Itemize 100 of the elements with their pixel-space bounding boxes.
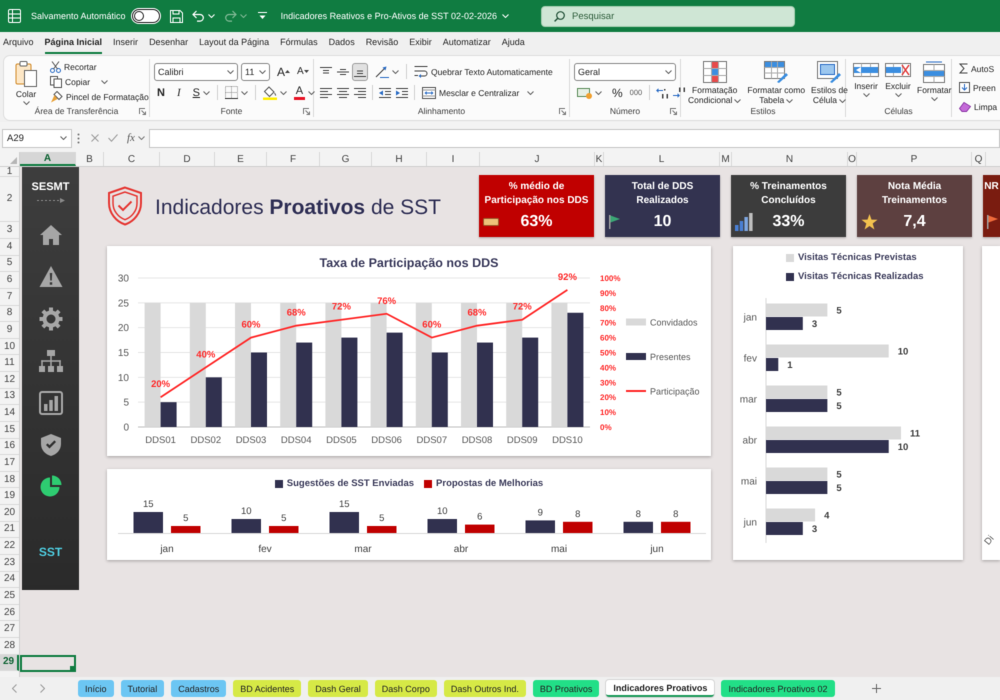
home-icon[interactable] [38,223,62,247]
clear-button[interactable]: Limpa [956,98,1000,116]
column-header[interactable]: H [372,152,427,166]
row-header[interactable]: 26 [0,604,19,622]
enter-icon[interactable] [108,134,118,142]
insert-cells-button[interactable]: Inserir [850,59,882,105]
font-size-dropdown[interactable]: 11 [241,62,270,80]
undo-icon[interactable] [192,10,205,22]
search-field[interactable]: Pesquisar [541,6,795,26]
menu-tab[interactable]: Arquivo [3,34,34,54]
menu-tab[interactable]: Inserir [113,34,138,54]
column-header[interactable]: J [480,152,595,166]
paste-button[interactable]: Colar [8,59,44,105]
cut-button[interactable]: Recortar [47,59,152,74]
sheet-tab[interactable]: Indicadores Proativos 02 [721,680,834,697]
settings-icon[interactable] [38,307,62,331]
row-header[interactable]: 2 [0,177,19,222]
row-header[interactable]: 29 [0,654,19,672]
column-header[interactable]: I [427,152,480,166]
italic-button[interactable]: I [174,84,184,102]
underline-button[interactable]: S [190,84,213,102]
column-header[interactable]: G [320,152,372,166]
menu-tab[interactable]: Desenhar [149,34,188,54]
conditional-formatting-button[interactable]: Formatação Condicional [685,59,744,105]
save-icon[interactable] [170,10,183,22]
fill-button[interactable]: Preen [956,78,1000,97]
row-header[interactable]: 12 [0,372,19,389]
format-cells-button[interactable]: Formatar [914,59,954,105]
menu-tab[interactable]: Exibir [409,34,432,54]
format-painter-button[interactable]: Pincel de Formatação [47,90,152,105]
cell-styles-button[interactable]: Estilos de Célula [808,59,851,105]
warning-icon[interactable] [38,265,62,289]
row-header[interactable]: 24 [0,572,19,588]
row-header[interactable]: 9 [0,322,19,339]
column-header[interactable]: E [215,152,267,166]
row-header[interactable]: 4 [0,239,19,256]
column-header[interactable]: D [160,152,215,166]
name-box[interactable]: A29 [2,128,72,148]
row-header[interactable]: 27 [0,621,19,638]
row-header[interactable]: 11 [0,355,19,372]
menu-tab[interactable]: Ajuda [502,34,525,54]
row-header[interactable]: 16 [0,438,19,456]
row-header[interactable]: 17 [0,455,19,472]
column-header[interactable]: Q [972,152,986,166]
bold-button[interactable]: N [154,84,168,102]
menu-tab[interactable]: Automatizar [442,34,491,54]
row-header[interactable]: 23 [0,554,19,572]
autosum-button[interactable]: AutoS [956,60,1000,78]
row-header[interactable]: 18 [0,472,19,488]
cancel-icon[interactable] [91,134,99,142]
row-header[interactable]: 21 [0,522,19,538]
column-header[interactable]: L [604,152,720,166]
row-header[interactable]: 10 [0,338,19,356]
pie-chart-icon[interactable] [38,475,62,499]
sheet-tab[interactable]: Indicadores Proativos [606,680,714,697]
row-header[interactable]: 7 [0,288,19,306]
plus-icon[interactable] [872,684,880,693]
shield-icon[interactable] [38,433,62,457]
row-header[interactable]: 22 [0,538,19,555]
column-header[interactable]: O [848,152,857,166]
row-header[interactable]: 6 [0,272,19,289]
menu-tab[interactable]: Dados [328,34,355,54]
number-format-dropdown[interactable]: Geral [574,62,676,80]
customize-icon[interactable] [258,12,267,20]
shrink-font-button[interactable]: A [294,62,312,80]
row-header[interactable]: 19 [0,488,19,505]
sheet-tab[interactable]: BD Acidentes [233,680,302,697]
org-chart-icon[interactable] [38,349,62,373]
bar-chart-icon[interactable] [38,391,62,415]
column-header[interactable]: K [595,152,604,166]
sheet-tab[interactable]: Dash Corpo [374,680,437,697]
sheet-tab[interactable]: BD Proativos [532,680,600,697]
row-header[interactable]: 13 [0,388,19,406]
row-header[interactable]: 15 [0,422,19,438]
insert-function-button[interactable]: fx [127,132,145,144]
formula-field[interactable] [149,128,1000,148]
format-as-table-button[interactable]: Formatar como Tabela [744,59,808,105]
sheet-tab[interactable]: Dash Geral [308,680,368,697]
active-cell[interactable] [20,655,76,672]
copy-button[interactable]: Copiar [47,74,152,90]
column-header[interactable]: P [857,152,972,166]
menu-tab[interactable]: Fórmulas [280,34,318,54]
sheet-tab[interactable]: Dash Outros Ind. [444,680,526,697]
column-header[interactable]: A [20,152,76,166]
column-header[interactable]: B [76,152,104,166]
wrap-text-button[interactable]: Quebrar Texto Automaticamente [411,62,556,80]
column-header[interactable]: C [104,152,160,166]
align-bottom-button[interactable] [352,62,368,80]
font-color-button[interactable]: A [290,84,318,102]
font-name-dropdown[interactable]: Calibri [154,62,238,80]
row-header[interactable]: 14 [0,405,19,422]
column-header[interactable]: F [267,152,320,166]
delete-cells-button[interactable]: Excluir [882,59,914,105]
row-header[interactable]: 3 [0,222,19,239]
column-header[interactable]: M [720,152,732,166]
autosave-toggle[interactable] [132,9,160,23]
row-header[interactable]: 5 [0,256,19,272]
percent-button[interactable]: % [609,84,626,102]
grow-font-button[interactable]: A [274,62,294,80]
menu-tab[interactable]: Layout da Página [199,34,270,54]
